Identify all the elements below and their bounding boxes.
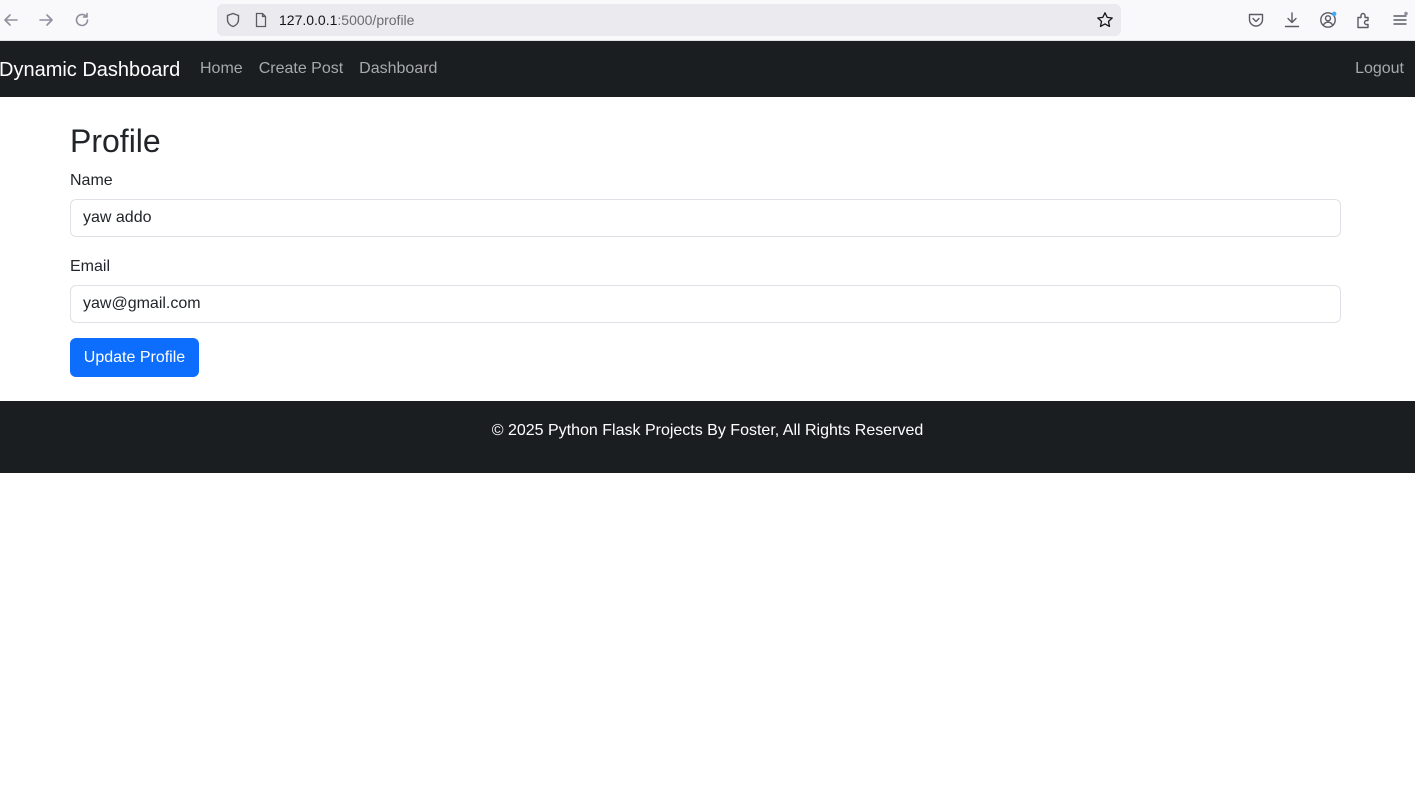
nav-link-home[interactable]: Home — [200, 59, 243, 79]
shield-icon[interactable] — [225, 12, 241, 28]
logout-link[interactable]: Logout — [1355, 59, 1404, 79]
email-input[interactable] — [70, 285, 1341, 323]
name-input[interactable] — [70, 199, 1341, 237]
nav-link-create-post[interactable]: Create Post — [259, 59, 343, 79]
nav-link-dashboard[interactable]: Dashboard — [359, 59, 437, 79]
pocket-icon[interactable] — [1247, 11, 1265, 29]
reload-icon[interactable] — [72, 10, 92, 30]
url-path: :5000/profile — [337, 12, 415, 28]
site-footer: © 2025 Python Flask Projects By Foster, … — [0, 401, 1415, 473]
navbar-links: Home Create Post Dashboard — [200, 59, 437, 79]
url-text[interactable]: 127.0.0.1:5000/profile — [279, 12, 414, 28]
url-host: 127.0.0.1 — [279, 12, 338, 28]
browser-toolbar: 127.0.0.1:5000/profile — [0, 0, 1415, 41]
menu-icon[interactable] — [1391, 11, 1409, 29]
email-label: Email — [70, 258, 111, 275]
footer-copyright: © 2025 Python Flask Projects By Foster, … — [491, 422, 924, 439]
bookmark-star-icon[interactable] — [1096, 11, 1114, 29]
downloads-icon[interactable] — [1283, 11, 1301, 29]
update-profile-button[interactable]: Update Profile — [70, 338, 199, 377]
page-title: Profile — [70, 123, 161, 159]
page-icon — [255, 12, 267, 28]
site-navbar: Dynamic Dashboard Home Create Post Dashb… — [0, 41, 1415, 97]
account-icon[interactable] — [1319, 11, 1337, 29]
navbar-brand[interactable]: Dynamic Dashboard — [0, 58, 180, 82]
name-label: Name — [70, 172, 113, 189]
forward-icon[interactable] — [36, 10, 56, 30]
extensions-icon[interactable] — [1355, 11, 1373, 29]
address-bar[interactable]: 127.0.0.1:5000/profile — [217, 4, 1121, 36]
back-icon[interactable] — [1, 10, 21, 30]
